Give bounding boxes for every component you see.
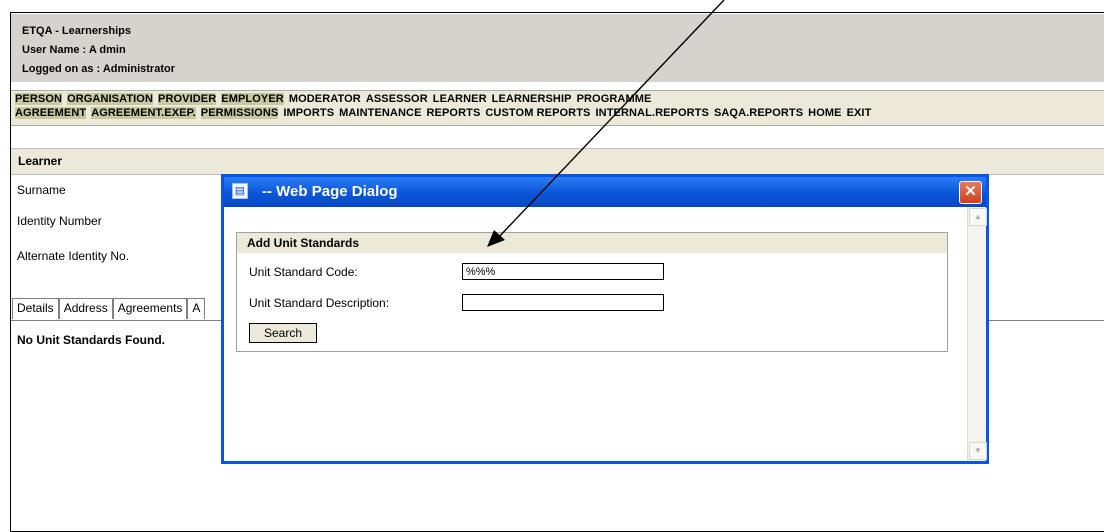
arrow-line <box>495 0 725 241</box>
annotation-arrow <box>487 0 725 247</box>
